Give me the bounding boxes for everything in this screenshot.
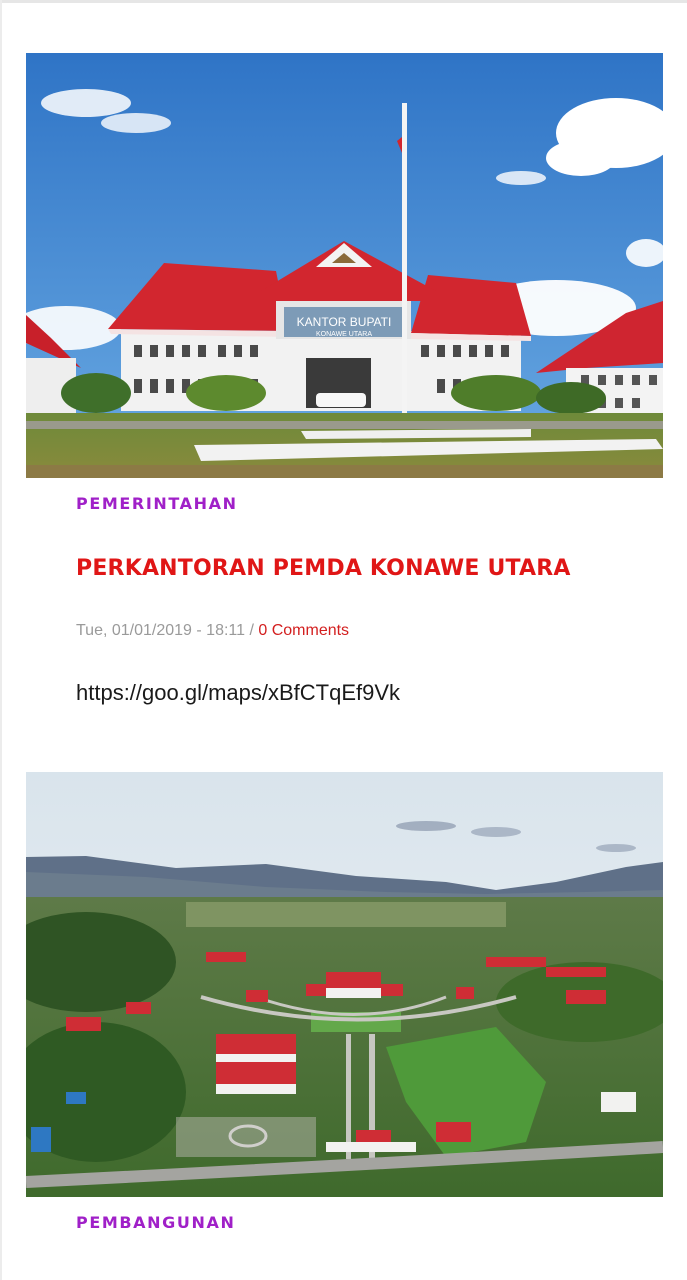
aerial-city-photo: [26, 772, 663, 1197]
government-office-photo: KANTOR BUPATI KONAWE UTARA: [26, 53, 663, 478]
post-1-date: Tue, 01/01/2019 - 18:11: [76, 622, 246, 639]
post-1-comments-link[interactable]: 0 Comments: [258, 622, 349, 639]
post-1-title[interactable]: PERKANTORAN PEMDA KONAWE UTARA: [76, 556, 571, 581]
post-1-category[interactable]: PEMERINTAHAN: [76, 494, 238, 513]
post-1-excerpt: https://goo.gl/maps/xBfCTqEf9Vk: [76, 680, 401, 705]
sign-subtext: KONAWE UTARA: [316, 331, 372, 338]
left-rail: [0, 0, 2, 1280]
post-1-meta: Tue, 01/01/2019 - 18:11 / 0 Comments: [76, 622, 349, 640]
post-1-image[interactable]: KANTOR BUPATI KONAWE UTARA: [26, 53, 663, 478]
post-2-image[interactable]: [26, 772, 663, 1197]
meta-separator: /: [245, 622, 259, 639]
sign-text: KANTOR BUPATI: [297, 315, 392, 329]
top-border: [0, 0, 687, 3]
post-2-category[interactable]: PEMBANGUNAN: [76, 1213, 235, 1232]
